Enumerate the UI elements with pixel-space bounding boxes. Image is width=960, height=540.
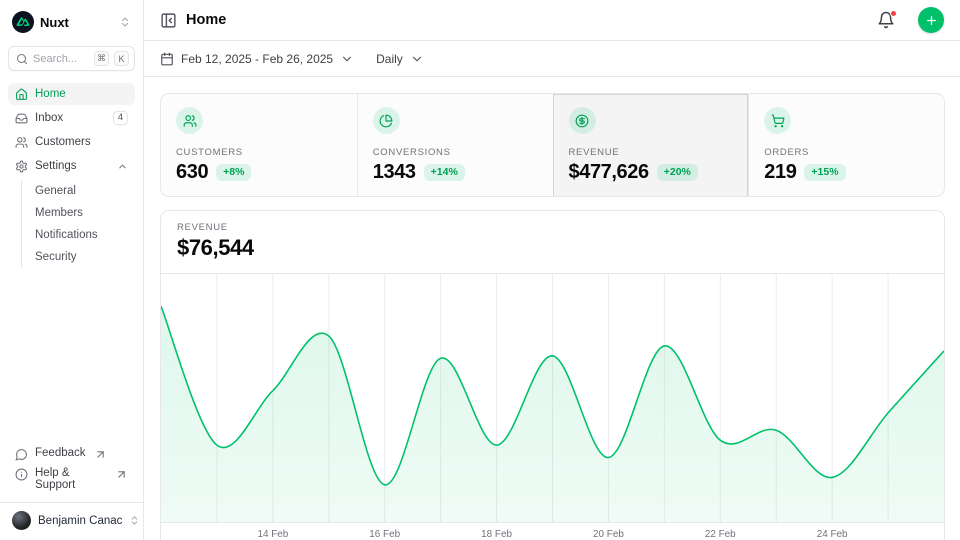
sidebar-nav: Home Inbox 4 Customers Settings	[8, 83, 135, 267]
users-icon	[15, 136, 28, 149]
period-value: Daily	[376, 52, 403, 66]
date-range-picker[interactable]: Feb 12, 2025 - Feb 26, 2025	[160, 52, 354, 66]
stat-value: $477,626	[569, 161, 649, 184]
stat-delta-badge: +20%	[657, 164, 698, 181]
sidebar-item-members[interactable]: Members	[28, 203, 135, 223]
inbox-icon	[15, 112, 28, 125]
sidebar-item-label: Customers	[35, 136, 128, 148]
kbd-k: K	[114, 51, 129, 66]
chart-title: REVENUE	[177, 222, 928, 233]
home-icon	[15, 88, 28, 101]
stat-delta-badge: +8%	[216, 164, 251, 181]
stat-value: 630	[176, 161, 208, 184]
search-icon	[16, 53, 28, 65]
revenue-area-chart[interactable]: 14 Feb 16 Feb 18 Feb 20 Feb 22 Feb 24 Feb	[161, 274, 944, 540]
dollar-circle-icon	[569, 107, 596, 134]
stat-value: 219	[764, 161, 796, 184]
x-tick-label: 18 Feb	[481, 529, 512, 540]
stat-delta-badge: +15%	[804, 164, 845, 181]
sidebar-item-home[interactable]: Home	[8, 83, 135, 105]
kbd-cmd: ⌘	[94, 51, 109, 66]
sidebar-item-security[interactable]: Security	[28, 247, 135, 267]
pie-chart-icon	[373, 107, 400, 134]
sidebar-item-general[interactable]: General	[28, 181, 135, 201]
chart-svg: 14 Feb 16 Feb 18 Feb 20 Feb 22 Feb 24 Feb	[161, 274, 944, 540]
x-tick-label: 22 Feb	[705, 529, 736, 540]
stat-label: ORDERS	[764, 147, 929, 158]
external-link-icon	[115, 468, 128, 481]
sidebar-item-label: Notifications	[35, 229, 98, 241]
sidebar: Nuxt Search... ⌘ K Home	[0, 0, 144, 540]
x-tick-label: 16 Feb	[369, 529, 400, 540]
chevron-up-icon	[117, 161, 128, 172]
sidebar-item-settings[interactable]: Settings	[8, 155, 135, 177]
notifications-button[interactable]	[877, 11, 895, 29]
workspace-selector[interactable]: Nuxt	[8, 8, 135, 36]
sidebar-item-help-support[interactable]: Help & Support	[8, 464, 135, 494]
stat-value: 1343	[373, 161, 416, 184]
x-tick-label: 14 Feb	[257, 529, 288, 540]
date-range-value: Feb 12, 2025 - Feb 26, 2025	[181, 52, 333, 66]
period-select[interactable]: Daily	[376, 52, 424, 66]
revenue-chart-card: REVENUE $76,544	[160, 210, 945, 540]
chart-x-tick-labels: 14 Feb 16 Feb 18 Feb 20 Feb 22 Feb 24 Feb	[257, 529, 848, 540]
plus-icon	[925, 14, 938, 27]
info-circle-icon	[15, 468, 28, 481]
search-placeholder: Search...	[33, 53, 89, 65]
nuxt-logo-icon	[12, 11, 34, 33]
chevron-down-icon	[340, 52, 354, 66]
sidebar-item-label: Settings	[35, 160, 110, 172]
page-content: CUSTOMERS 630 +8% CONVERSIONS 1343 +14%	[144, 77, 960, 540]
chevron-down-icon	[410, 52, 424, 66]
stat-card-orders[interactable]: ORDERS 219 +15%	[748, 94, 944, 197]
app-root: Nuxt Search... ⌘ K Home	[0, 0, 960, 540]
sidebar-item-customers[interactable]: Customers	[8, 131, 135, 153]
inbox-count-badge: 4	[113, 111, 128, 125]
page-title: Home	[186, 12, 868, 28]
stats-row: CUSTOMERS 630 +8% CONVERSIONS 1343 +14%	[160, 93, 945, 197]
notification-dot	[890, 10, 897, 17]
shopping-cart-icon	[764, 107, 791, 134]
external-link-icon	[94, 448, 107, 461]
user-avatar	[12, 511, 31, 530]
sidebar-item-label: Help & Support	[35, 467, 107, 491]
stat-label: CONVERSIONS	[373, 147, 538, 158]
search-input[interactable]: Search... ⌘ K	[8, 46, 135, 71]
calendar-icon	[160, 52, 174, 66]
user-name: Benjamin Canac	[38, 515, 122, 527]
stat-delta-badge: +14%	[424, 164, 465, 181]
add-button[interactable]	[918, 7, 944, 33]
sidebar-item-label: Inbox	[35, 112, 106, 124]
page-header: Home	[144, 0, 960, 41]
sidebar-item-notifications[interactable]: Notifications	[28, 225, 135, 245]
stat-card-revenue[interactable]: REVENUE $477,626 +20%	[553, 94, 749, 197]
workspace-name: Nuxt	[40, 15, 113, 30]
sidebar-item-label: Security	[35, 251, 77, 263]
stat-card-customers[interactable]: CUSTOMERS 630 +8%	[161, 94, 357, 197]
message-circle-icon	[15, 448, 28, 461]
filter-toolbar: Feb 12, 2025 - Feb 26, 2025 Daily	[144, 41, 960, 77]
sidebar-spacer	[8, 267, 135, 444]
sidebar-item-feedback[interactable]: Feedback	[8, 444, 135, 464]
settings-subnav: General Members Notifications Security	[21, 181, 135, 267]
chart-header: REVENUE $76,544	[161, 211, 944, 274]
sidebar-item-inbox[interactable]: Inbox 4	[8, 107, 135, 129]
chart-headline-value: $76,544	[177, 235, 928, 261]
stat-card-conversions[interactable]: CONVERSIONS 1343 +14%	[357, 94, 553, 197]
gear-icon	[15, 160, 28, 173]
sidebar-item-label: Home	[35, 88, 128, 100]
sidebar-item-label: Feedback	[35, 447, 86, 459]
chevrons-up-down-icon	[129, 515, 140, 526]
sidebar-item-label: General	[35, 185, 76, 197]
chevrons-up-down-icon	[119, 16, 131, 28]
stat-label: CUSTOMERS	[176, 147, 342, 158]
x-tick-label: 24 Feb	[817, 529, 848, 540]
sidebar-item-label: Members	[35, 207, 83, 219]
user-menu[interactable]: Benjamin Canac	[8, 503, 135, 532]
stat-label: REVENUE	[569, 147, 734, 158]
users-icon	[176, 107, 203, 134]
main-area: Home Feb 12, 2025 - Feb 26, 2025	[144, 0, 960, 540]
collapse-sidebar-icon[interactable]	[160, 12, 177, 29]
x-tick-label: 20 Feb	[593, 529, 624, 540]
